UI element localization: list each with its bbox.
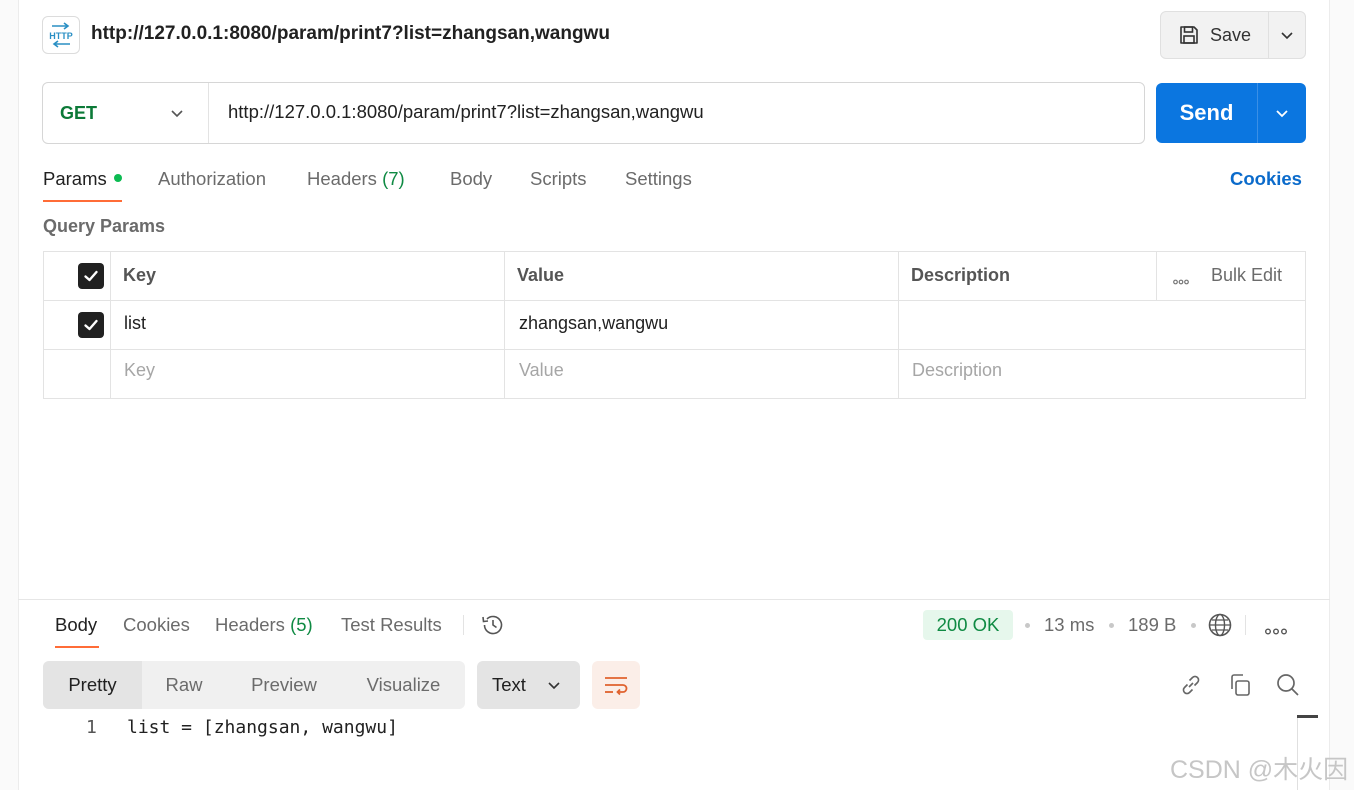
chevron-down-icon bbox=[1276, 110, 1288, 118]
format-label: Text bbox=[492, 674, 526, 695]
response-tab-headers-label: Headers bbox=[215, 614, 285, 635]
tab-headers-label: Headers bbox=[307, 168, 377, 189]
request-title[interactable]: http://127.0.0.1:8080/param/print7?list=… bbox=[91, 23, 610, 45]
new-key-input[interactable]: Key bbox=[124, 360, 155, 381]
column-header-value: Value bbox=[517, 265, 565, 285]
method-select[interactable]: GET bbox=[43, 83, 209, 143]
more-options-icon[interactable] bbox=[1173, 272, 1189, 290]
query-params-title: Query Params bbox=[43, 216, 166, 236]
column-header-description: Description bbox=[911, 265, 1011, 285]
format-select[interactable]: Text bbox=[477, 661, 580, 709]
view-mode-selector: Pretty Raw Preview Visualize bbox=[43, 661, 465, 709]
response-tab-body-underline bbox=[55, 646, 99, 648]
meta-divider bbox=[1245, 615, 1246, 635]
tab-params-label: Params bbox=[43, 168, 107, 189]
view-mode-visualize[interactable]: Visualize bbox=[342, 661, 465, 709]
query-params-table bbox=[43, 251, 1306, 399]
param-row-checkbox[interactable] bbox=[78, 312, 104, 338]
checkmark-icon bbox=[84, 319, 98, 331]
tab-headers[interactable]: Headers (7) bbox=[307, 168, 405, 190]
response-headers-count: (5) bbox=[290, 614, 313, 635]
chevron-down-icon bbox=[548, 682, 560, 690]
table-divider bbox=[43, 300, 1306, 301]
http-icon-graphic: HTTP bbox=[49, 22, 73, 48]
chevron-down-icon bbox=[1281, 32, 1293, 40]
view-mode-raw[interactable]: Raw bbox=[142, 661, 226, 709]
bulk-edit-button[interactable]: Bulk Edit bbox=[1211, 265, 1282, 286]
tab-body[interactable]: Body bbox=[450, 168, 492, 190]
send-options-button[interactable] bbox=[1258, 83, 1306, 143]
table-divider bbox=[43, 349, 1306, 350]
save-label: Save bbox=[1209, 24, 1252, 45]
table-column-divider bbox=[504, 251, 505, 399]
tab-params[interactable]: Params bbox=[43, 168, 122, 190]
column-header-key: Key bbox=[123, 265, 157, 285]
tab-separator bbox=[463, 615, 464, 635]
method-label: GET bbox=[60, 102, 98, 123]
meta-separator bbox=[1109, 623, 1114, 628]
table-column-divider bbox=[110, 251, 111, 399]
link-icon[interactable] bbox=[1178, 672, 1204, 703]
table-column-divider bbox=[1156, 251, 1157, 300]
view-mode-preview[interactable]: Preview bbox=[226, 661, 342, 709]
http-icon: HTTP bbox=[42, 16, 80, 54]
status-badge[interactable]: 200 OK bbox=[923, 610, 1013, 640]
save-button[interactable]: Save bbox=[1161, 12, 1269, 58]
table-column-divider bbox=[898, 251, 899, 399]
select-all-checkbox[interactable] bbox=[78, 263, 104, 289]
chevron-down-icon bbox=[171, 110, 183, 118]
response-tab-headers[interactable]: Headers (5) bbox=[215, 614, 313, 636]
scrollbar-thumb[interactable] bbox=[1297, 715, 1318, 718]
response-tab-cookies[interactable]: Cookies bbox=[123, 614, 190, 636]
tab-settings[interactable]: Settings bbox=[625, 168, 692, 190]
floppy-disk-icon bbox=[1180, 26, 1198, 44]
param-value-cell[interactable]: zhangsan,wangwu bbox=[519, 313, 668, 334]
globe-icon[interactable] bbox=[1207, 612, 1233, 643]
response-tab-body[interactable]: Body bbox=[55, 614, 97, 636]
new-value-input[interactable]: Value bbox=[519, 360, 564, 381]
save-button-group: Save bbox=[1160, 11, 1306, 59]
params-active-dot bbox=[113, 174, 122, 182]
tab-params-underline bbox=[43, 200, 122, 202]
checkmark-icon bbox=[84, 270, 98, 282]
history-icon[interactable] bbox=[480, 612, 506, 643]
headers-count: (7) bbox=[382, 168, 405, 189]
send-button[interactable]: Send bbox=[1156, 83, 1258, 143]
meta-separator bbox=[1191, 623, 1196, 628]
more-options-icon[interactable] bbox=[1265, 622, 1288, 640]
http-icon-text: HTTP bbox=[49, 31, 73, 41]
url-bar: GET http://127.0.0.1:8080/param/print7?l… bbox=[42, 82, 1145, 144]
send-button-group: Send bbox=[1156, 83, 1306, 143]
new-description-input[interactable]: Description bbox=[912, 360, 1002, 381]
meta-separator bbox=[1025, 623, 1030, 628]
param-key-cell[interactable]: list bbox=[124, 313, 146, 334]
wrap-lines-icon bbox=[605, 677, 628, 696]
cookies-link[interactable]: Cookies bbox=[1230, 168, 1302, 190]
code-line-number: 1 bbox=[86, 717, 97, 738]
response-size[interactable]: 189 B bbox=[1128, 614, 1176, 636]
copy-icon[interactable] bbox=[1227, 672, 1253, 703]
search-icon[interactable] bbox=[1275, 672, 1301, 703]
tab-scripts[interactable]: Scripts bbox=[530, 168, 587, 190]
tab-authorization[interactable]: Authorization bbox=[158, 168, 266, 190]
watermark: CSDN @木火因 bbox=[1170, 756, 1349, 784]
url-input[interactable]: http://127.0.0.1:8080/param/print7?list=… bbox=[228, 101, 1128, 123]
response-tab-test-results[interactable]: Test Results bbox=[341, 614, 442, 636]
response-divider[interactable] bbox=[18, 599, 1330, 600]
save-options-button[interactable] bbox=[1269, 12, 1305, 58]
response-time[interactable]: 13 ms bbox=[1044, 614, 1094, 636]
code-line[interactable]: list = [zhangsan, wangwu] bbox=[127, 717, 398, 738]
view-mode-pretty[interactable]: Pretty bbox=[43, 661, 142, 709]
wrap-lines-button[interactable] bbox=[592, 661, 640, 709]
